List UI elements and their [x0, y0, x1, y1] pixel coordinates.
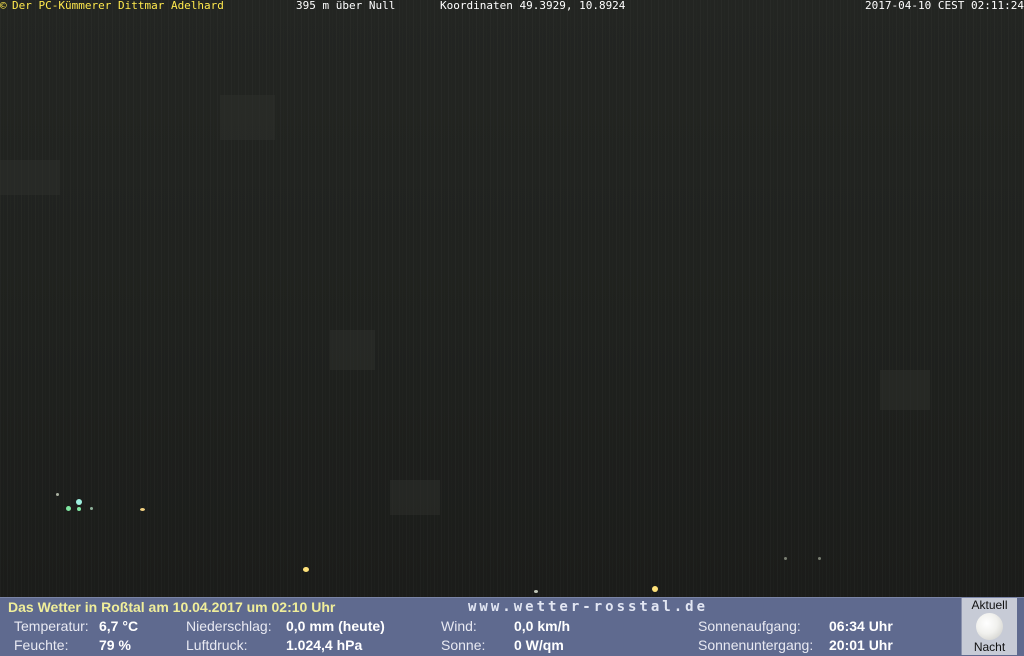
wind-value: 0,0 km/h — [514, 618, 571, 634]
town-light — [77, 507, 81, 511]
coordinates-text: Koordinaten 49.3929, 10.8924 — [440, 0, 626, 12]
temperature-value: 6,7 °C — [99, 618, 139, 634]
moon-bottom-label: Nacht — [973, 640, 1006, 654]
moon-top-label: Aktuell — [971, 598, 1008, 612]
distant-light — [784, 557, 787, 560]
noise-patch — [220, 95, 275, 140]
sunset-value: 20:01 Uhr — [829, 637, 893, 653]
copyright-icon: © — [0, 0, 7, 12]
humidity-label: Feuchte: — [14, 637, 69, 653]
street-light — [534, 590, 538, 593]
precipitation-value: 0,0 mm (heute) — [286, 618, 385, 634]
weather-panel: Das Wetter in Roßtal am 10.04.2017 um 02… — [0, 597, 1024, 656]
weather-headline: Das Wetter in Roßtal am 10.04.2017 um 02… — [8, 599, 336, 615]
altitude-text: 395 m über Null — [296, 0, 396, 12]
sun-value: 0 W/qm — [514, 637, 564, 653]
precipitation-label: Niederschlag: — [186, 618, 272, 634]
distant-light — [818, 557, 821, 560]
sun-label: Sonne: — [441, 637, 486, 653]
temperature-label: Temperatur: — [14, 618, 89, 634]
full-moon-icon — [976, 613, 1003, 640]
wind-label: Wind: — [441, 618, 477, 634]
street-light — [652, 586, 658, 592]
timestamp-text: 2017-04-10 CEST 02:11:24 — [865, 0, 1024, 12]
humidity-value: 79 % — [99, 637, 131, 653]
town-light — [66, 506, 71, 511]
owner-credit: Der PC-Kümmerer Dittmar Adelhard — [12, 0, 224, 12]
noise-patch — [390, 480, 440, 515]
noise-patch — [880, 370, 930, 410]
town-light — [140, 508, 145, 511]
moon-phase-box: Aktuell Nacht — [961, 598, 1017, 655]
webcam-image — [0, 0, 1024, 597]
noise-patch — [0, 160, 60, 195]
noise-patch — [330, 330, 375, 370]
town-light — [56, 493, 59, 496]
sunrise-value: 06:34 Uhr — [829, 618, 893, 634]
sunrise-label: Sonnenaufgang: — [698, 618, 801, 634]
street-light — [303, 567, 309, 572]
website-link[interactable]: www.wetter-rosstal.de — [468, 599, 708, 615]
sunset-label: Sonnenuntergang: — [698, 637, 814, 653]
town-light — [90, 507, 93, 510]
pressure-value: 1.024,4 hPa — [286, 637, 363, 653]
pressure-label: Luftdruck: — [186, 637, 248, 653]
town-light — [76, 499, 82, 505]
overlay-bar: © Der PC-Kümmerer Dittmar Adelhard 395 m… — [0, 0, 1024, 11]
